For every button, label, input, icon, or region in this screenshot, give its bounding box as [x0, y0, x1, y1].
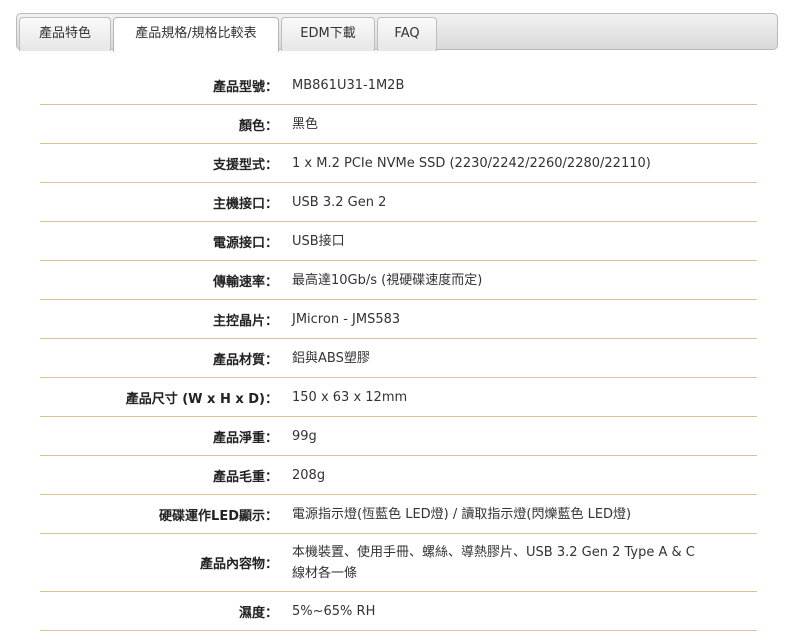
spec-table: 產品型號： MB861U31-1M2B 顏色： 黑色 支援型式： 1 x M.2… — [40, 66, 757, 631]
spec-label: 傳輸速率： — [212, 274, 278, 290]
spec-value: 鋁與ABS塑膠 — [292, 350, 370, 366]
spec-label: 支援型式： — [212, 157, 278, 173]
spec-value: USB 3.2 Gen 2 — [292, 194, 387, 210]
spec-label: 硬碟運作LED顯示： — [159, 508, 278, 524]
spec-value: 208g — [292, 467, 326, 483]
spec-label: 顏色： — [238, 118, 278, 134]
spec-value: JMicron - JMS583 — [292, 311, 401, 327]
spec-value: 150 x 63 x 12mm — [292, 389, 408, 405]
spec-label: 產品型號： — [212, 79, 278, 95]
spec-label: 產品淨重： — [212, 430, 278, 446]
spec-row-package-contents: 產品內容物： 本機裝置、使用手冊、螺絲、導熱膠片、USB 3.2 Gen 2 T… — [40, 534, 757, 592]
spec-value: 黑色 — [292, 116, 319, 132]
spec-row-humidity: 濕度： 5%~65% RH — [40, 592, 757, 631]
spec-label: 產品毛重： — [212, 469, 278, 485]
spec-value: 最高達10Gb/s (視硬碟速度而定) — [292, 272, 483, 288]
spec-label: 主控晶片： — [212, 313, 278, 329]
spec-row-net-weight: 產品淨重： 99g — [40, 417, 757, 456]
spec-label: 主機接口： — [212, 196, 278, 212]
tab-product-features[interactable]: 產品特色 — [19, 17, 111, 51]
spec-label: 產品材質： — [212, 352, 278, 368]
spec-value: 1 x M.2 PCIe NVMe SSD (2230/2242/2260/22… — [292, 155, 651, 171]
spec-row-led-display: 硬碟運作LED顯示： 電源指示燈(恆藍色 LED燈) / 讀取指示燈(閃爍藍色 … — [40, 495, 757, 534]
spec-row-model: 產品型號： MB861U31-1M2B — [40, 66, 757, 105]
spec-value: USB接口 — [292, 233, 345, 249]
spec-value: 本機裝置、使用手冊、螺絲、導熱膠片、USB 3.2 Gen 2 Type A &… — [292, 544, 695, 581]
spec-row-support-type: 支援型式： 1 x M.2 PCIe NVMe SSD (2230/2242/2… — [40, 144, 757, 183]
spec-label: 產品尺寸 (W x H x D)： — [125, 391, 278, 407]
spec-row-gross-weight: 產品毛重： 208g — [40, 456, 757, 495]
tab-bar: 產品特色 產品規格/規格比較表 EDM下載 FAQ — [16, 13, 778, 52]
spec-row-color: 顏色： 黑色 — [40, 105, 757, 144]
spec-label: 濕度： — [238, 605, 278, 621]
spec-row-dimensions: 產品尺寸 (W x H x D)： 150 x 63 x 12mm — [40, 378, 757, 417]
spec-value: 電源指示燈(恆藍色 LED燈) / 讀取指示燈(閃爍藍色 LED燈) — [292, 506, 632, 522]
tab-faq[interactable]: FAQ — [377, 17, 437, 51]
spec-value: MB861U31-1M2B — [292, 77, 405, 93]
spec-row-transfer-rate: 傳輸速率： 最高達10Gb/s (視硬碟速度而定) — [40, 261, 757, 300]
spec-row-host-interface: 主機接口： USB 3.2 Gen 2 — [40, 183, 757, 222]
spec-label: 電源接口： — [212, 235, 278, 251]
tab-product-specs[interactable]: 產品規格/規格比較表 — [113, 17, 279, 52]
spec-value: 5%~65% RH — [292, 603, 376, 619]
spec-row-material: 產品材質： 鋁與ABS塑膠 — [40, 339, 757, 378]
spec-row-controller: 主控晶片： JMicron - JMS583 — [40, 300, 757, 339]
spec-row-power-interface: 電源接口： USB接口 — [40, 222, 757, 261]
tab-edm-download[interactable]: EDM下載 — [281, 17, 375, 51]
spec-label: 產品內容物： — [199, 557, 278, 572]
spec-value: 99g — [292, 428, 317, 444]
